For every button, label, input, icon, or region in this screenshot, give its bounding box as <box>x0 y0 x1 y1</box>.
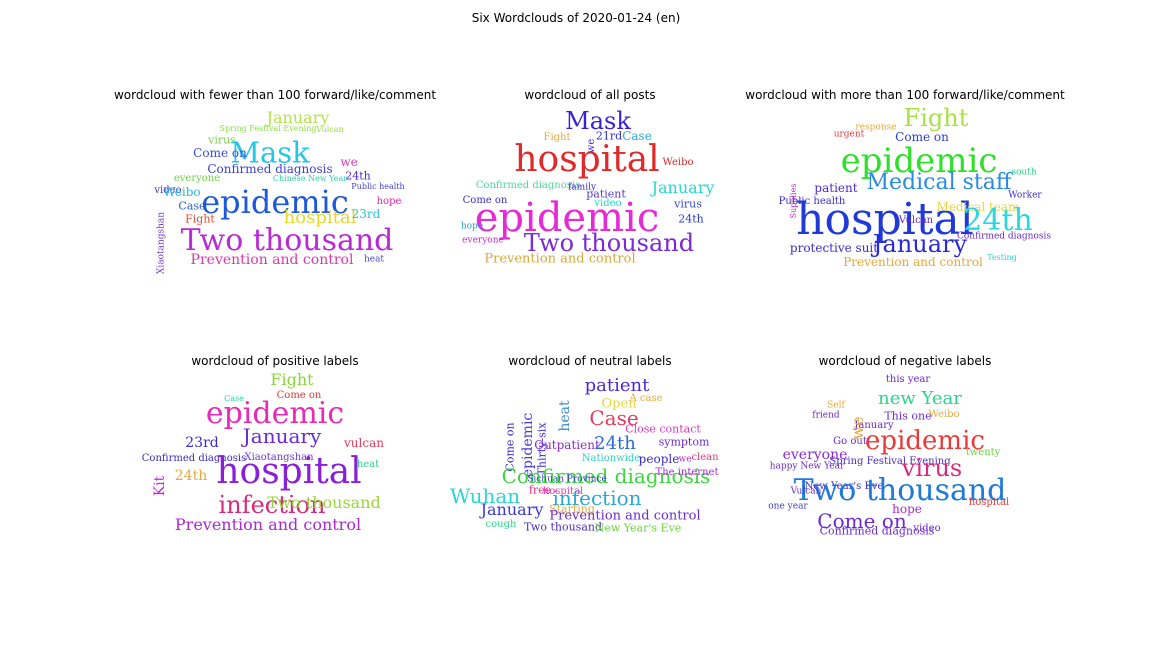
panel-more-than-100: wordcloud with more than 100 forward/lik… <box>730 88 1080 288</box>
panel-title: wordcloud with fewer than 100 forward/li… <box>113 88 437 102</box>
wordcloud-word: Prevention and control <box>190 252 354 268</box>
wordcloud-word: hope <box>460 221 484 232</box>
wordcloud-word: The internet <box>655 467 719 478</box>
wordcloud: January Spring Festival Evening Vulcan viru… <box>100 108 450 283</box>
wordcloud-word: hope <box>376 196 402 207</box>
wordcloud-word: urgent <box>833 129 865 140</box>
wordcloud-word: 24th <box>678 212 704 226</box>
wordcloud: Mask Fight 21rd Case hospital Weibo Confirmed … <box>415 108 765 283</box>
wordcloud-word: A case <box>629 393 663 404</box>
panel-title: wordcloud of all posts <box>524 88 656 102</box>
wordcloud-word: protective suit <box>789 241 879 255</box>
wordcloud-word: Spring Festival Evening <box>219 124 317 133</box>
wordcloud-word: Sichuan Province <box>527 474 607 485</box>
panel-positive-labels: wordcloud of positive labels Fight Come o… <box>100 354 450 554</box>
wordcloud-word: family <box>567 182 597 193</box>
wordcloud-word: Outpatient <box>534 438 600 452</box>
wordcloud-word: video <box>913 523 941 534</box>
wordcloud-word: New Year's Eve <box>594 521 682 535</box>
wordcloud-word: vulcan <box>344 436 384 450</box>
panel-title: wordcloud of negative labels <box>818 354 992 368</box>
wordcloud-word: Testing <box>987 253 1017 262</box>
panel-fewer-than-100: wordcloud with fewer than 100 forward/li… <box>100 88 450 288</box>
panel-title: wordcloud of positive labels <box>191 354 359 368</box>
wordcloud-word: heat <box>557 400 573 432</box>
wordcloud-word: 23rd <box>185 435 219 451</box>
wordcloud-word: Prevention and control <box>843 255 983 269</box>
wordcloud-word: patient <box>814 181 858 195</box>
wordcloud-word: Xiaotangshan <box>156 211 167 275</box>
wordcloud-word: Close contact <box>625 422 701 436</box>
figure-title: Six Wordclouds of 2020-01-24 (en) <box>471 11 681 25</box>
wordcloud-word: Vulcan <box>316 125 344 134</box>
wordcloud-word: Weibo <box>928 409 960 420</box>
wordcloud-word: Weibo <box>163 185 201 199</box>
wordcloud-word: this year <box>885 374 931 385</box>
wordcloud-word: Two thousand <box>267 493 381 512</box>
wordcloud-word: 24th <box>174 468 208 484</box>
wordcloud-word: Self <box>827 400 845 411</box>
wordcloud-word: new Year <box>878 388 962 409</box>
wordcloud-word: Go out <box>833 436 867 447</box>
wordcloud-word: video <box>594 198 622 209</box>
wordcloud-word: heat <box>356 459 380 470</box>
wordcloud: Fight response urgent Come on epidemic patien… <box>730 104 1080 283</box>
wordcloud-word: Come on <box>193 146 247 160</box>
wordcloud-word: Confirmed diagnosis <box>957 231 1051 242</box>
panel-neutral-labels: wordcloud of neutral labels patient Open A… <box>415 354 765 554</box>
panel-negative-labels: wordcloud of negative labels this year ne… <box>730 354 1080 554</box>
wordcloud-word: Worker <box>1008 190 1042 201</box>
wordcloud-word: symptom <box>658 435 710 449</box>
wordcloud-word: virus <box>674 197 702 211</box>
wordcloud: patient Open A case heat epidemic Thirty-six C… <box>415 374 765 549</box>
wordcloud-word: 24th <box>345 169 371 183</box>
wordcloud-word: clean <box>691 452 719 463</box>
wordcloud-word: Confirmed diagnosis <box>475 180 581 191</box>
wordcloud-word: January <box>242 424 322 448</box>
wordcloud-word: January <box>872 230 968 258</box>
wordcloud-word: hospital <box>216 451 362 492</box>
wordcloud-word: Two thousand <box>523 520 603 534</box>
wordcloud-word: Vulcan <box>898 215 934 226</box>
panel-title: wordcloud of neutral labels <box>508 354 672 368</box>
wordcloud-word: Chinese New Year <box>272 174 348 183</box>
wordcloud-word: Nationwide <box>581 453 641 464</box>
wordcloud-word: 23rd <box>351 207 381 221</box>
wordcloud-word: one year <box>768 501 808 512</box>
wordcloud-word: Supplies <box>789 183 798 219</box>
wordcloud-word: everyone <box>462 235 504 246</box>
wordcloud: Fight Come on Case epidemic January 23rd vulca… <box>100 370 450 549</box>
wordcloud-word: happy New Year <box>769 461 845 472</box>
wordcloud-word: 24th <box>594 433 636 454</box>
wordcloud-word: heat <box>363 254 385 265</box>
wordcloud-word: January <box>480 500 544 519</box>
wordcloud-word: Prevention and control <box>174 515 362 534</box>
wordcloud: this year new Year This one Weibo January we e… <box>730 374 1080 549</box>
wordcloud-word: south <box>1011 167 1037 178</box>
wordcloud-word: Weibo <box>662 157 694 168</box>
wordcloud-word: cough <box>485 519 517 530</box>
wordcloud-word: hospital <box>968 497 1010 508</box>
wordcloud-word: Fight <box>903 104 969 132</box>
wordcloud-word: Prevention and control <box>484 251 636 267</box>
wordcloud-word: Kit <box>152 475 168 497</box>
wordcloud-word: Fight <box>270 370 314 389</box>
wordcloud-word: we <box>586 138 597 154</box>
wordcloud-word: friend <box>812 410 840 421</box>
wordcloud-word: twenty <box>965 447 1001 458</box>
wordcloud-word: we <box>340 155 358 169</box>
panel-all-posts: wordcloud of all posts Mask Fight 21rd Case… <box>415 88 765 288</box>
panel-title: wordcloud with more than 100 forward/lik… <box>745 88 1065 102</box>
wordcloud-word: Public health <box>351 182 405 191</box>
wordcloud-word: January <box>651 178 715 197</box>
wordcloud-word: Vulcan <box>790 486 822 497</box>
wordcloud-word: Medical staff <box>866 170 1012 195</box>
